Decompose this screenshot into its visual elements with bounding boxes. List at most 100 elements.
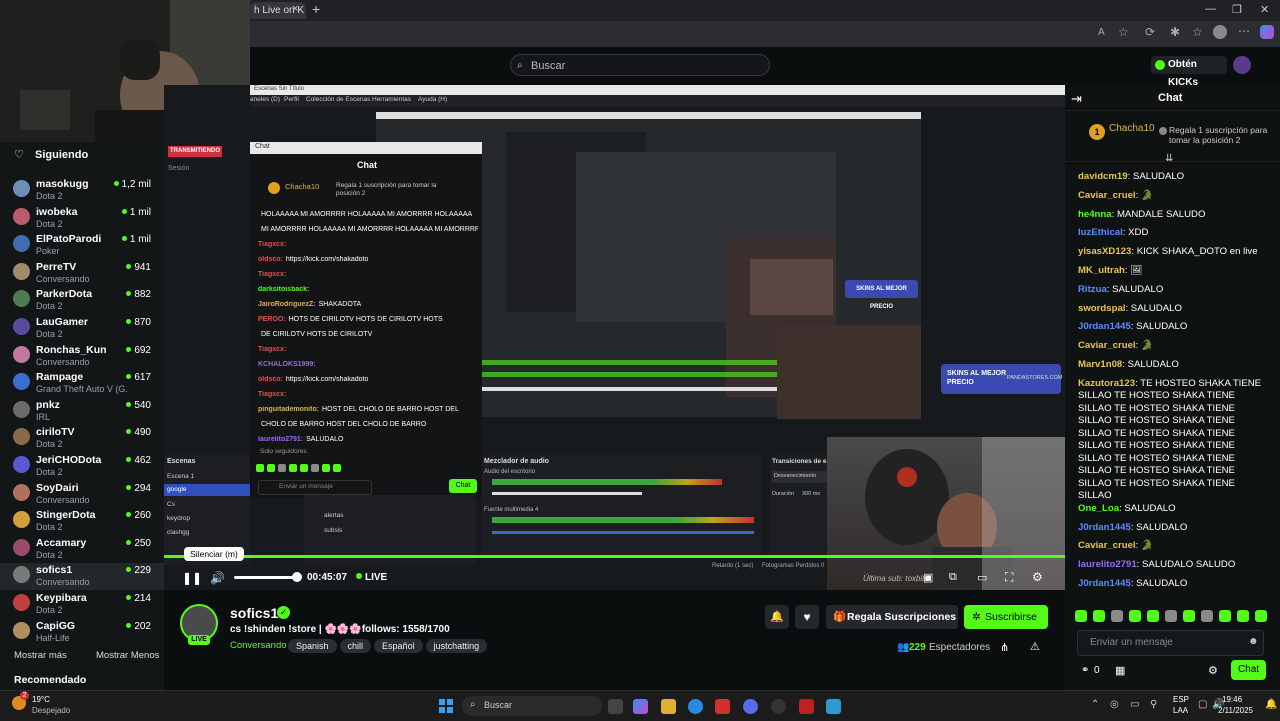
desktop-audio-slider[interactable] xyxy=(492,492,642,495)
display-icon[interactable]: ▢ xyxy=(1198,699,1207,710)
clip-icon[interactable]: ▣ xyxy=(923,571,933,584)
chat-username[interactable]: J0rdan1445 xyxy=(1078,321,1131,332)
copilot-taskbar-icon[interactable] xyxy=(633,699,648,714)
inner-chat-input[interactable]: Enviar un mensaje xyxy=(258,480,372,495)
pip-icon[interactable]: ⧉ xyxy=(949,571,957,584)
obs-menu-item[interactable]: Ayuda (H) xyxy=(418,96,447,103)
scene-item[interactable]: keydrop xyxy=(167,515,190,522)
obs-menu-item[interactable]: aneles (D) xyxy=(250,96,280,103)
emote-icon[interactable] xyxy=(1219,610,1231,622)
collapse-chat-icon[interactable]: ⇥ xyxy=(1071,91,1082,107)
settings-gear-icon[interactable]: ⚙ xyxy=(1032,570,1043,584)
volume-icon[interactable]: 🔊 xyxy=(210,571,225,585)
emote-icon[interactable] xyxy=(1111,610,1123,622)
chat-username[interactable]: Caviar_cruel xyxy=(1078,340,1136,351)
search-input[interactable]: ⌕ Buscar xyxy=(510,54,770,76)
notifications-icon[interactable]: 🔔 xyxy=(1265,699,1277,710)
gift-subs-button[interactable]: 🎁 Regala Suscripciones xyxy=(826,605,958,629)
file-explorer-icon[interactable] xyxy=(661,699,676,714)
lang-bottom[interactable]: LAA xyxy=(1173,706,1188,715)
tag[interactable]: Español xyxy=(374,639,423,653)
sidebar-channel[interactable]: Keypibara Dota 2 214 xyxy=(0,591,164,618)
show-more-link[interactable]: Mostrar más xyxy=(14,650,67,661)
sidebar-channel[interactable]: ElPatoParodi Poker 1 mil xyxy=(0,232,164,259)
tag[interactable]: justchatting xyxy=(425,639,488,653)
tray-chevron-icon[interactable]: ⌃ xyxy=(1091,699,1099,710)
inner-chat-button[interactable]: Chat xyxy=(449,479,477,493)
share-icon[interactable]: ⋔ xyxy=(1000,641,1009,654)
notification-bell-button[interactable]: 🔔 xyxy=(765,605,789,629)
scene-item[interactable]: Cs xyxy=(167,501,175,508)
emote-icon[interactable] xyxy=(1075,610,1087,622)
fullscreen-icon[interactable]: ⛶ xyxy=(1005,570,1013,585)
media-audio-slider[interactable] xyxy=(492,531,754,534)
transition-select[interactable]: Desvanecimiento xyxy=(772,471,827,483)
chat-username[interactable]: he4nna xyxy=(1078,209,1112,220)
clock-time[interactable]: 19:46 xyxy=(1222,695,1242,704)
minimize-icon[interactable]: — xyxy=(1205,3,1216,15)
tag[interactable]: Spanish xyxy=(288,639,337,653)
subscribe-button[interactable]: ✲ Suscribirse xyxy=(964,605,1048,629)
sidebar-channel[interactable]: masokugg Dota 2 1,2 mil xyxy=(0,177,164,204)
chat-username[interactable]: laurelito2791 xyxy=(1078,559,1137,570)
sidebar-channel[interactable]: ciriloTV Dota 2 490 xyxy=(0,425,164,452)
app-icon-red[interactable] xyxy=(715,699,730,714)
follow-heart-button[interactable]: ♥ xyxy=(795,605,819,629)
maximize-icon[interactable]: ❐ xyxy=(1232,3,1242,16)
extension-icon[interactable]: ⟳ xyxy=(1145,25,1155,39)
more-menu-icon[interactable]: ⋯ xyxy=(1238,24,1250,38)
read-aloud-icon[interactable]: A xyxy=(1098,27,1105,38)
volume-slider[interactable] xyxy=(234,576,296,579)
notepad-icon[interactable] xyxy=(826,699,841,714)
user-avatar[interactable] xyxy=(1233,56,1251,74)
emote-icon[interactable] xyxy=(1147,610,1159,622)
favorites-icon[interactable]: ☆ xyxy=(1192,25,1203,39)
chat-username[interactable]: luzEthical xyxy=(1078,227,1123,238)
scene-item-selected[interactable]: google xyxy=(167,486,187,493)
windows-start-icon[interactable] xyxy=(439,699,453,713)
kicks-icon[interactable]: ⚭ xyxy=(1081,665,1089,676)
chat-username[interactable]: davidcm19 xyxy=(1078,171,1128,182)
sidebar-channel[interactable]: SoyDairi Conversando 294 xyxy=(0,481,164,508)
emote-icon[interactable] xyxy=(1129,610,1141,622)
task-view-icon[interactable] xyxy=(608,699,623,714)
sidebar-channel[interactable]: StingerDota Dota 2 260 xyxy=(0,508,164,535)
discord-icon[interactable] xyxy=(743,699,758,714)
get-kicks-button[interactable]: Obtén KICKs xyxy=(1151,56,1227,88)
chat-username[interactable]: J0rdan1445 xyxy=(1078,578,1131,589)
chat-username[interactable]: One_Loa xyxy=(1078,503,1119,514)
sidebar-channel[interactable]: PerreTV Conversando 941 xyxy=(0,260,164,287)
sidebar-channel[interactable]: Ronchas_Kun Conversando 692 xyxy=(0,343,164,370)
chat-username[interactable]: MK_ultrah xyxy=(1078,265,1125,276)
tray-icon[interactable]: ⚲ xyxy=(1150,699,1157,710)
chat-username[interactable]: Marv1n08 xyxy=(1078,359,1122,370)
source-item[interactable]: alertas xyxy=(324,512,344,519)
emote-icon[interactable] xyxy=(1183,610,1195,622)
tray-icon[interactable]: ▭ xyxy=(1130,699,1139,710)
pause-icon[interactable]: ❚❚ xyxy=(182,571,202,585)
scene-item[interactable]: Escena 1 xyxy=(167,473,194,480)
chat-settings-icon[interactable]: ⚙ xyxy=(1208,664,1218,677)
obs-menu-item[interactable]: Perfil xyxy=(284,96,299,103)
emote-icon[interactable] xyxy=(1093,610,1105,622)
stream-category[interactable]: Conversando xyxy=(230,640,287,651)
theater-icon[interactable]: ▭ xyxy=(977,571,987,584)
chat-send-button[interactable]: Chat xyxy=(1231,660,1266,680)
sidebar-channel[interactable]: iwobeka Dota 2 1 mil xyxy=(0,205,164,232)
sidebar-channel[interactable]: JeriCHODota Dota 2 462 xyxy=(0,453,164,480)
show-less-link[interactable]: Mostrar Menos xyxy=(96,650,159,661)
chat-username[interactable]: J0rdan1445 xyxy=(1078,522,1131,533)
clock-date[interactable]: 2/11/2025 xyxy=(1218,706,1253,715)
chat-username[interactable]: Kazutora123 xyxy=(1078,378,1135,389)
emote-icon[interactable] xyxy=(1201,610,1213,622)
emote-icon[interactable] xyxy=(1165,610,1177,622)
chat-username[interactable]: Ritzua xyxy=(1078,284,1107,295)
taskbar-search[interactable]: ⌕ Buscar xyxy=(462,696,602,716)
tab-close-icon[interactable]: × xyxy=(292,3,298,15)
sidebar-channel[interactable]: ParkerDota Dota 2 882 xyxy=(0,287,164,314)
streamer-name[interactable]: sofics1 xyxy=(230,605,278,621)
emoji-icon[interactable]: ☻ xyxy=(1248,636,1259,647)
close-window-icon[interactable]: ✕ xyxy=(1260,3,1269,16)
source-item[interactable]: subsis xyxy=(324,527,342,534)
scene-item[interactable]: clashgg xyxy=(167,529,189,536)
